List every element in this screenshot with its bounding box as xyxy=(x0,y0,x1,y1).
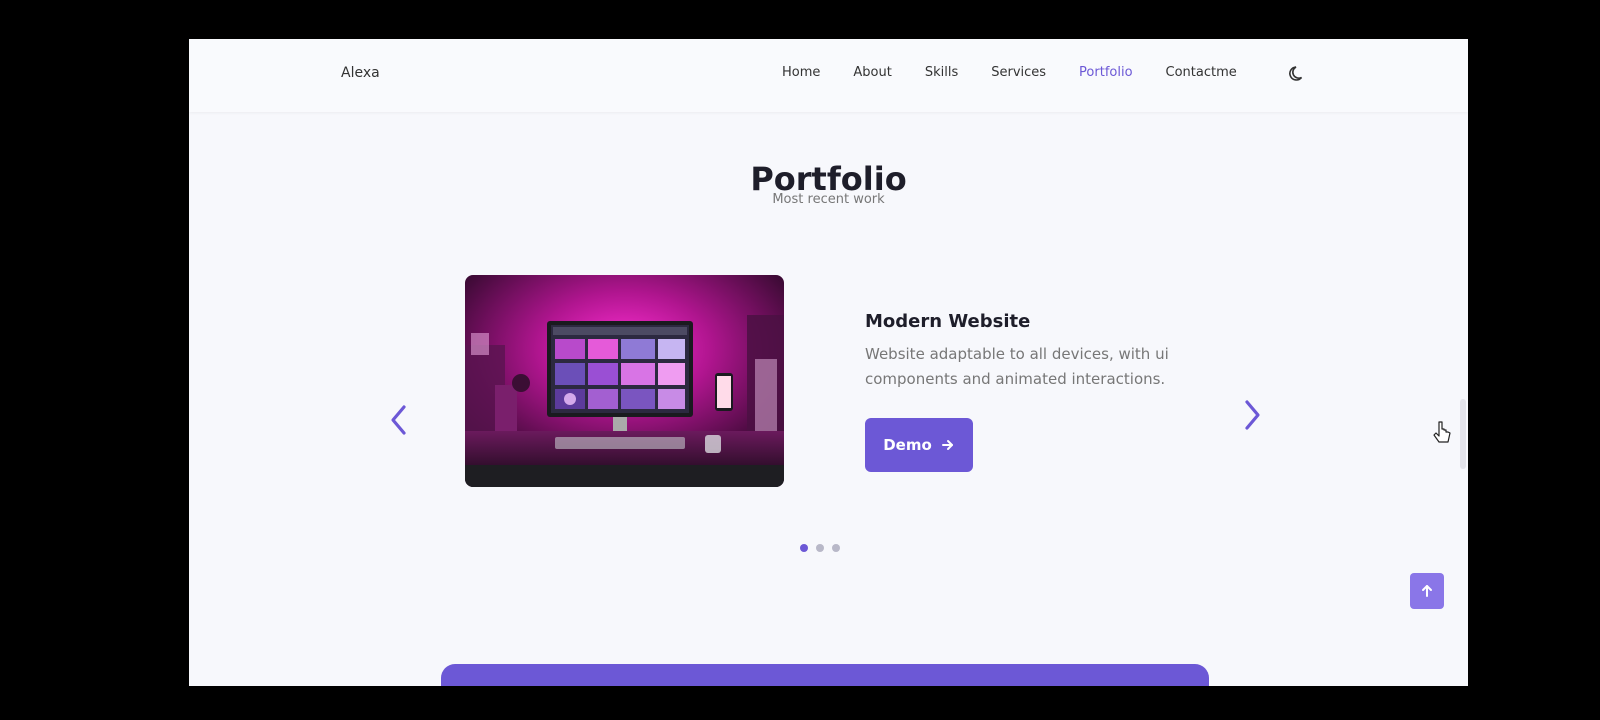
demo-button[interactable]: Demo xyxy=(865,418,973,472)
demo-button-label: Demo xyxy=(883,436,932,454)
pagination-dot[interactable] xyxy=(832,544,840,552)
chevron-right-icon xyxy=(1245,400,1260,430)
nav-link-about[interactable]: About xyxy=(853,65,891,80)
project-banner xyxy=(441,664,1209,686)
project-description: Website adaptable to all devices, with u… xyxy=(865,345,1169,388)
nav-menu: Home About Skills Services Portfolio Con… xyxy=(782,65,1270,80)
section-subtitle: Most recent work xyxy=(772,192,885,207)
nav-link-services[interactable]: Services xyxy=(991,65,1046,80)
carousel-next-button[interactable] xyxy=(1237,395,1267,435)
nav-link-skills[interactable]: Skills xyxy=(925,65,958,80)
project-title: Modern Website xyxy=(865,311,1031,332)
moon-icon xyxy=(1289,66,1303,81)
scroll-up-button[interactable] xyxy=(1410,573,1444,609)
nav-link-portfolio[interactable]: Portfolio xyxy=(1079,65,1132,80)
pagination-dot[interactable] xyxy=(800,544,808,552)
mouse-cursor xyxy=(1433,421,1451,443)
nav-link-contactme[interactable]: Contactme xyxy=(1166,65,1237,80)
carousel-prev-button[interactable] xyxy=(384,400,414,440)
project-image xyxy=(465,275,784,487)
carousel-pagination xyxy=(800,544,840,552)
browser-viewport: Alexa Home About Skills Services Portfol… xyxy=(189,39,1468,686)
logo[interactable]: Alexa xyxy=(341,65,380,81)
scrollbar-thumb[interactable] xyxy=(1460,399,1466,469)
theme-toggle-button[interactable] xyxy=(1288,64,1308,84)
nav-link-home[interactable]: Home xyxy=(782,65,820,80)
navbar: Alexa Home About Skills Services Portfol… xyxy=(189,39,1468,112)
chevron-left-icon xyxy=(391,405,406,435)
arrow-right-icon xyxy=(941,440,953,450)
pagination-dot[interactable] xyxy=(816,544,824,552)
arrow-up-icon xyxy=(1422,585,1432,597)
